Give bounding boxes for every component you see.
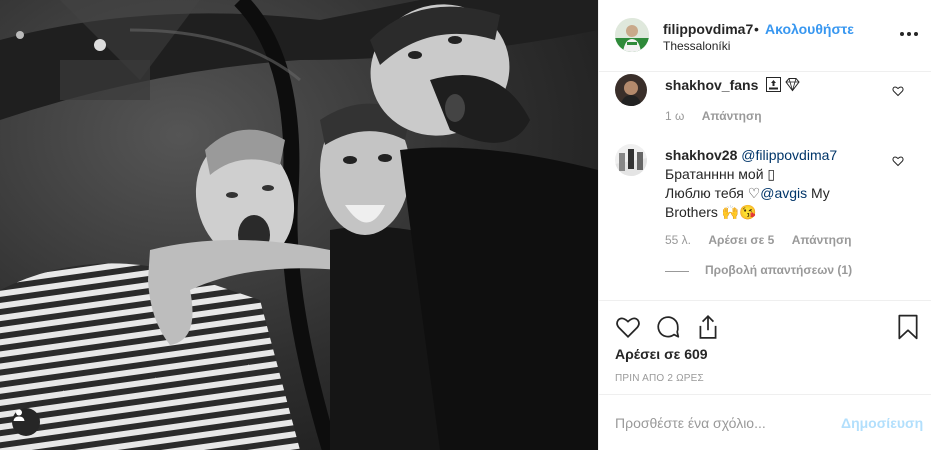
comment-like-icon[interactable]: [892, 155, 904, 167]
author-username[interactable]: filippovdima7: [663, 21, 753, 37]
share-icon[interactable]: [695, 314, 721, 340]
comment-username[interactable]: shakhov_fans: [665, 77, 758, 93]
comment-text: shakhov_fans: [665, 76, 800, 95]
comment-time[interactable]: 1 ω: [665, 109, 684, 123]
comment-line-3: Brothers 🙌😘: [665, 204, 757, 220]
comments-list[interactable]: shakhov_fans 1 ω Απάντηση shakhov28 @fil…: [599, 72, 931, 300]
comment-likes[interactable]: Αρέσει σε 5: [708, 233, 774, 247]
post-header: filippovdima7 • Ακολουθήστε Thessaloníki: [599, 0, 931, 72]
post-photo[interactable]: [0, 0, 598, 450]
reply-button[interactable]: Απάντηση: [792, 233, 852, 247]
comment-like-icon[interactable]: [892, 85, 904, 97]
post-comment-button[interactable]: Δημοσίευση: [841, 415, 923, 431]
author-avatar[interactable]: [615, 18, 649, 52]
comment-icon[interactable]: [655, 314, 681, 340]
comment-composer: Δημοσίευση: [599, 394, 931, 450]
comment-line-2: Люблю тебя ♡@avgis My: [665, 184, 895, 203]
heart-icon[interactable]: [615, 314, 641, 340]
comment-text: shakhov28 @filippovdima7 Братанннн мой ▯…: [665, 146, 895, 222]
action-bar: [599, 300, 931, 340]
comment-mention[interactable]: @filippovdima7: [741, 147, 837, 163]
post-location[interactable]: Thessaloníki: [663, 39, 730, 53]
follow-button[interactable]: Ακολουθήστε: [765, 21, 854, 37]
commenter-avatar[interactable]: [615, 144, 647, 176]
comment-line-2-suffix: My: [807, 185, 830, 201]
comment-username[interactable]: shakhov28: [665, 147, 737, 163]
comment-time[interactable]: 55 λ.: [665, 233, 691, 247]
post-side-panel: filippovdima7 • Ακολουθήστε Thessaloníki…: [598, 0, 931, 450]
top-emoji-icon: [766, 77, 782, 92]
post-time[interactable]: ΠΡΙΝ ΑΠΟ 2 ΩΡΕΣ: [615, 373, 704, 384]
user-tag-button[interactable]: [12, 408, 40, 436]
gem-emoji-icon: [785, 78, 800, 92]
photo-image: [0, 0, 598, 450]
more-options-icon[interactable]: [898, 26, 920, 42]
comment-meta: 55 λ. Αρέσει σε 5 Απάντηση: [665, 233, 866, 247]
replies-divider: [665, 271, 689, 272]
comment-line-2-prefix: Люблю тебя ♡: [665, 185, 761, 201]
comment-meta: 1 ω Απάντηση: [665, 109, 776, 123]
likes-count[interactable]: Αρέσει σε 609: [615, 346, 708, 362]
view-replies-button[interactable]: Προβολή απαντήσεων (1): [705, 263, 852, 277]
comment-input[interactable]: [615, 413, 835, 433]
user-tag-icon: [13, 409, 25, 421]
bookmark-icon[interactable]: [895, 314, 921, 340]
commenter-avatar[interactable]: [615, 74, 647, 106]
comment-line-1: Братанннн мой ▯: [665, 166, 776, 182]
header-separator: •: [754, 21, 759, 37]
comment-emoji-top: [766, 77, 800, 93]
comment-mention-2[interactable]: @avgis: [760, 185, 807, 201]
reply-button[interactable]: Απάντηση: [702, 109, 762, 123]
